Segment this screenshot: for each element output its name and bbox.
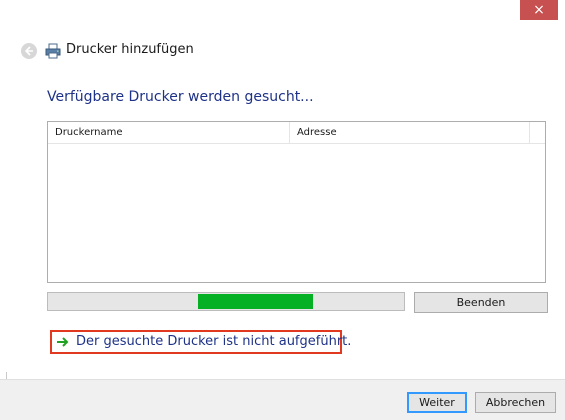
printer-not-listed-text[interactable]: Der gesuchte Drucker ist nicht aufgeführ… (76, 334, 351, 349)
search-status-heading: Verfügbare Drucker werden gesucht... (47, 89, 314, 105)
cancel-button[interactable]: Abbrechen (475, 392, 556, 413)
dialog-title: Drucker hinzufügen (66, 42, 194, 57)
column-header-address[interactable]: Adresse (290, 122, 530, 143)
column-header-printer-name[interactable]: Druckername (48, 122, 290, 143)
printer-not-listed-link[interactable]: Der gesuchte Drucker ist nicht aufgeführ… (50, 330, 351, 354)
printer-icon (45, 43, 61, 59)
progress-indicator (198, 294, 313, 309)
list-header: Druckername Adresse (48, 122, 545, 144)
stop-button[interactable]: Beenden (414, 292, 548, 313)
title-bar: × (0, 0, 565, 26)
close-button[interactable]: × (520, 0, 558, 20)
search-progress-bar (47, 292, 405, 311)
back-arrow-icon (24, 46, 33, 56)
next-button[interactable]: Weiter (407, 392, 467, 413)
printer-list[interactable]: Druckername Adresse (47, 121, 546, 283)
button-bar: Weiter Abbrechen (0, 379, 565, 420)
back-button[interactable] (21, 43, 37, 59)
green-arrow-icon (57, 337, 69, 347)
dialog-header: Drucker hinzufügen (0, 36, 565, 66)
add-printer-window: × Drucker hinzufügen Verfügbare Drucker … (0, 0, 565, 420)
